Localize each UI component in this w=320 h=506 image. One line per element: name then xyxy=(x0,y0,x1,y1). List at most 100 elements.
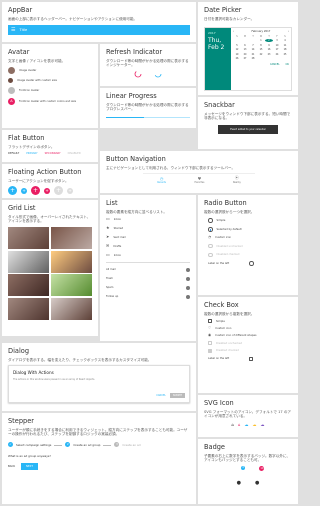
grid-tile-image[interactable] xyxy=(8,297,50,320)
day-cell[interactable]: 24 xyxy=(273,53,281,56)
fab-add-button[interactable]: + xyxy=(8,186,17,196)
day-cell[interactable]: 19 xyxy=(233,53,241,56)
visibility-icon[interactable]: ◉ xyxy=(208,334,211,338)
nav-recents[interactable]: ◷ Recents xyxy=(157,176,166,184)
day-cell[interactable]: 6 xyxy=(241,44,249,47)
date-year[interactable]: 2017 xyxy=(208,31,228,35)
radio-option[interactable]: Selected by default xyxy=(208,227,292,232)
day-cell[interactable]: 18 xyxy=(281,48,289,51)
day-cell[interactable]: 28 xyxy=(249,57,257,60)
day-cell[interactable]: 22 xyxy=(257,53,265,56)
list-item[interactable]: ➤ Sent mail xyxy=(106,235,190,239)
step-label[interactable]: Create an ad xyxy=(122,443,140,447)
secondary-button[interactable]: SECONDARY xyxy=(45,152,61,155)
radio-button[interactable] xyxy=(249,261,254,266)
step-label[interactable]: Select campaign settings xyxy=(16,443,51,447)
back-button[interactable]: BACK xyxy=(8,465,15,468)
day-cell[interactable]: 13 xyxy=(241,48,249,51)
notifications-icon[interactable]: ● xyxy=(237,480,241,486)
day-cell[interactable]: 27 xyxy=(241,57,249,60)
date-cancel-button[interactable]: CANCEL xyxy=(270,63,280,66)
grid-tile-image[interactable] xyxy=(8,227,50,250)
list-item[interactable]: ✉ Drafts xyxy=(106,244,190,248)
day-cell[interactable]: 10 xyxy=(273,44,281,47)
checkbox-option[interactable]: Simple xyxy=(208,319,292,324)
menu-icon[interactable]: ☰ xyxy=(11,27,15,33)
step-label[interactable]: Create an ad group xyxy=(73,443,100,447)
radio-button xyxy=(208,252,213,258)
list-item[interactable]: Spam xyxy=(106,285,190,290)
grid-tile-image[interactable] xyxy=(8,274,50,297)
day-cell[interactable]: 7 xyxy=(249,44,257,47)
dialog-cancel-button[interactable]: CANCEL xyxy=(156,394,166,397)
send-icon: ➤ xyxy=(106,234,110,240)
day-cell[interactable]: 2 xyxy=(265,39,273,42)
dialog-submit-button[interactable]: SUBMIT xyxy=(169,393,185,399)
star-icon: ★ xyxy=(106,225,110,231)
checkbox-option[interactable]: ◉ Custom icon of different shapes xyxy=(208,334,292,338)
info-icon[interactable] xyxy=(186,294,190,299)
info-icon[interactable] xyxy=(186,276,190,281)
day-cell[interactable]: 23 xyxy=(265,53,273,56)
grid-tile-image[interactable] xyxy=(50,297,92,320)
card-title: AppBar xyxy=(8,6,33,14)
day-cell[interactable]: 14 xyxy=(249,48,257,51)
heart-outline-icon[interactable]: ♡ xyxy=(208,326,211,331)
chevron-right-icon[interactable]: › xyxy=(288,30,289,33)
day-cell[interactable]: 25 xyxy=(281,53,289,56)
fab-add-button[interactable]: + xyxy=(44,187,50,194)
grid-tile-image[interactable] xyxy=(50,274,92,297)
date-line2: Feb 2 xyxy=(208,44,225,51)
info-icon[interactable] xyxy=(186,267,190,272)
next-button[interactable]: NEXT xyxy=(21,463,38,471)
checkbox-option[interactable]: Label on the left xyxy=(208,356,292,361)
bookmark-icon[interactable]: ◔ xyxy=(208,236,211,240)
day-cell[interactable]: 3 xyxy=(273,39,281,42)
checkbox[interactable] xyxy=(208,319,212,324)
day-cell[interactable]: 21 xyxy=(249,53,257,56)
day-cell[interactable]: 26 xyxy=(233,57,241,60)
grid-tile-image[interactable] xyxy=(50,227,92,250)
radio-option[interactable]: Label on the left xyxy=(208,261,292,266)
list-item[interactable]: Trash xyxy=(106,276,190,281)
list-item[interactable]: ▭ Inbox xyxy=(106,217,190,221)
chevron-left-icon[interactable]: ‹ xyxy=(233,30,234,33)
day-cell[interactable]: 1 xyxy=(257,39,265,42)
day-cell[interactable]: 12 xyxy=(233,48,241,51)
day-cell[interactable]: 16 xyxy=(265,48,273,51)
radio-button[interactable] xyxy=(208,227,213,232)
list-item[interactable]: ★ Starred xyxy=(106,226,190,230)
default-button[interactable]: DEFAULT xyxy=(8,152,19,155)
fab-add-button[interactable]: + xyxy=(31,186,40,196)
info-icon[interactable] xyxy=(186,285,190,290)
day-cell[interactable]: 11 xyxy=(281,44,289,47)
day-cell[interactable]: 9 xyxy=(265,44,273,47)
card-desc: 子要素の右上に数字を表示するバッジ。数字以外に、アイコンもバッジとすることも可。 xyxy=(204,453,291,463)
day-blank xyxy=(241,39,249,42)
fab-add-button: + xyxy=(54,186,63,196)
day-cell[interactable]: 8 xyxy=(257,44,265,47)
date-ok-button[interactable]: OK xyxy=(286,63,289,66)
grid-tile-image[interactable] xyxy=(50,250,92,273)
radio-option[interactable]: ◔ Custom icon xyxy=(208,236,292,240)
notifications-icon[interactable]: ● xyxy=(255,480,259,486)
dialog-window: Dialog With Actions The actions in this … xyxy=(8,365,190,404)
day-cell[interactable]: 20 xyxy=(241,53,249,56)
fab-add-button[interactable]: + xyxy=(21,187,27,194)
grid-tile-image[interactable] xyxy=(8,250,50,273)
list-item[interactable]: Follow up xyxy=(106,294,190,299)
radio-button[interactable] xyxy=(208,218,213,223)
checkbox[interactable] xyxy=(249,356,254,361)
day-cell[interactable]: 5 xyxy=(233,44,241,47)
nav-favorites[interactable]: ♥ Favorites xyxy=(194,176,204,184)
primary-button[interactable]: PRIMARY xyxy=(26,152,37,155)
day-cell[interactable]: 4 xyxy=(281,39,289,42)
checkbox-option[interactable]: ♡ Custom icon xyxy=(208,326,292,331)
list-item[interactable]: ▭ Inbox xyxy=(106,253,190,257)
radio-option[interactable]: Simple xyxy=(208,218,292,223)
day-blank xyxy=(249,39,257,42)
day-cell[interactable]: 17 xyxy=(273,48,281,51)
nav-nearby[interactable]: ⦿ Nearby xyxy=(233,175,241,184)
day-cell[interactable]: 15 xyxy=(257,48,265,51)
list-item[interactable]: All mail xyxy=(106,267,190,272)
